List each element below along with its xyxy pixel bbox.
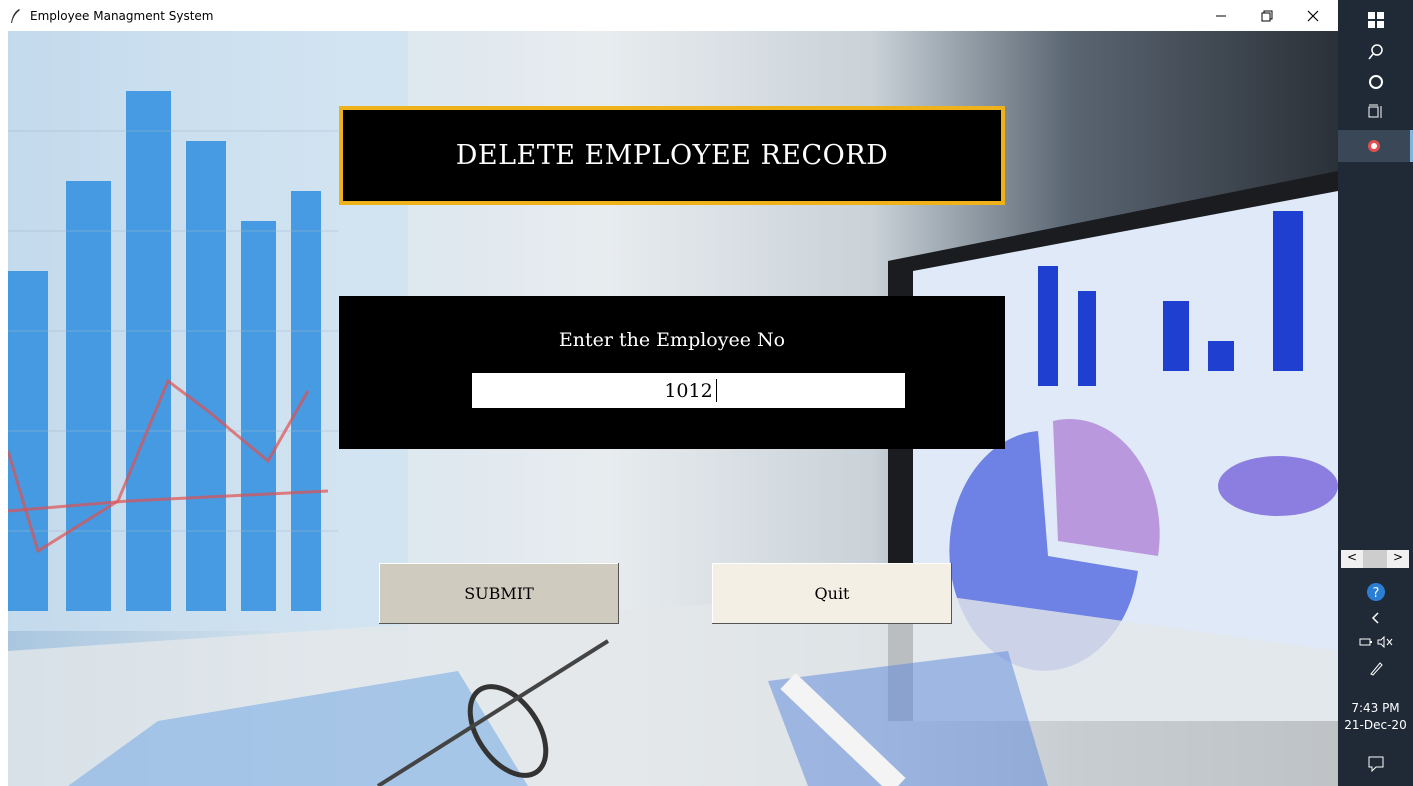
taskbar-app-button[interactable] xyxy=(1338,130,1413,162)
cortana-button[interactable] xyxy=(1338,66,1413,98)
quit-button[interactable]: Quit xyxy=(712,563,952,624)
task-view-icon xyxy=(1368,104,1381,118)
clock-time: 7:43 PM xyxy=(1351,701,1400,715)
cortana-icon xyxy=(1368,75,1383,89)
scroll-left-arrow[interactable]: < xyxy=(1341,550,1363,568)
start-button[interactable] xyxy=(1338,4,1413,36)
pen-icon xyxy=(1369,662,1383,676)
minimize-icon xyxy=(1216,15,1226,16)
chevron-left-icon xyxy=(1371,612,1379,624)
employee-no-label: Enter the Employee No xyxy=(558,329,786,351)
task-view-button[interactable] xyxy=(1338,96,1413,128)
svg-text:?: ? xyxy=(1372,586,1379,601)
close-button[interactable] xyxy=(1290,0,1336,31)
notification-icon xyxy=(1368,756,1383,772)
mute-icon xyxy=(1377,636,1392,648)
search-icon xyxy=(1367,44,1383,60)
window-title-bar: Employee Managment System xyxy=(0,0,1338,31)
restore-button[interactable] xyxy=(1244,0,1290,31)
text-caret xyxy=(716,379,717,402)
restore-icon xyxy=(1261,10,1273,21)
scroll-thumb[interactable] xyxy=(1363,550,1387,568)
pen-tray-button[interactable] xyxy=(1338,652,1413,684)
submit-button[interactable]: SUBMIT xyxy=(379,563,619,624)
app-icon xyxy=(1368,140,1380,152)
minimize-button[interactable] xyxy=(1198,0,1244,31)
tray-scroller[interactable]: < > xyxy=(1341,550,1409,568)
notification-button[interactable] xyxy=(1338,748,1413,780)
clock-date: 21-Dec-20 xyxy=(1344,718,1407,732)
taskbar-clock[interactable]: 7:43 PM 21-Dec-20 xyxy=(1338,700,1413,734)
close-icon xyxy=(1307,10,1319,21)
search-button[interactable] xyxy=(1338,36,1413,68)
employee-no-input[interactable] xyxy=(472,373,905,408)
feather-icon xyxy=(11,9,20,23)
windows-taskbar: ? xyxy=(1338,0,1413,786)
battery-icon xyxy=(1359,638,1372,646)
windows-start-icon xyxy=(1367,12,1384,28)
help-icon: ? xyxy=(1366,583,1385,601)
page-title: DELETE EMPLOYEE RECORD xyxy=(455,140,889,171)
scroll-right-arrow[interactable]: > xyxy=(1387,550,1409,568)
window-title: Employee Managment System xyxy=(30,9,214,23)
page-title-panel: DELETE EMPLOYEE RECORD xyxy=(339,106,1005,205)
employee-no-form: Enter the Employee No xyxy=(339,296,1005,449)
